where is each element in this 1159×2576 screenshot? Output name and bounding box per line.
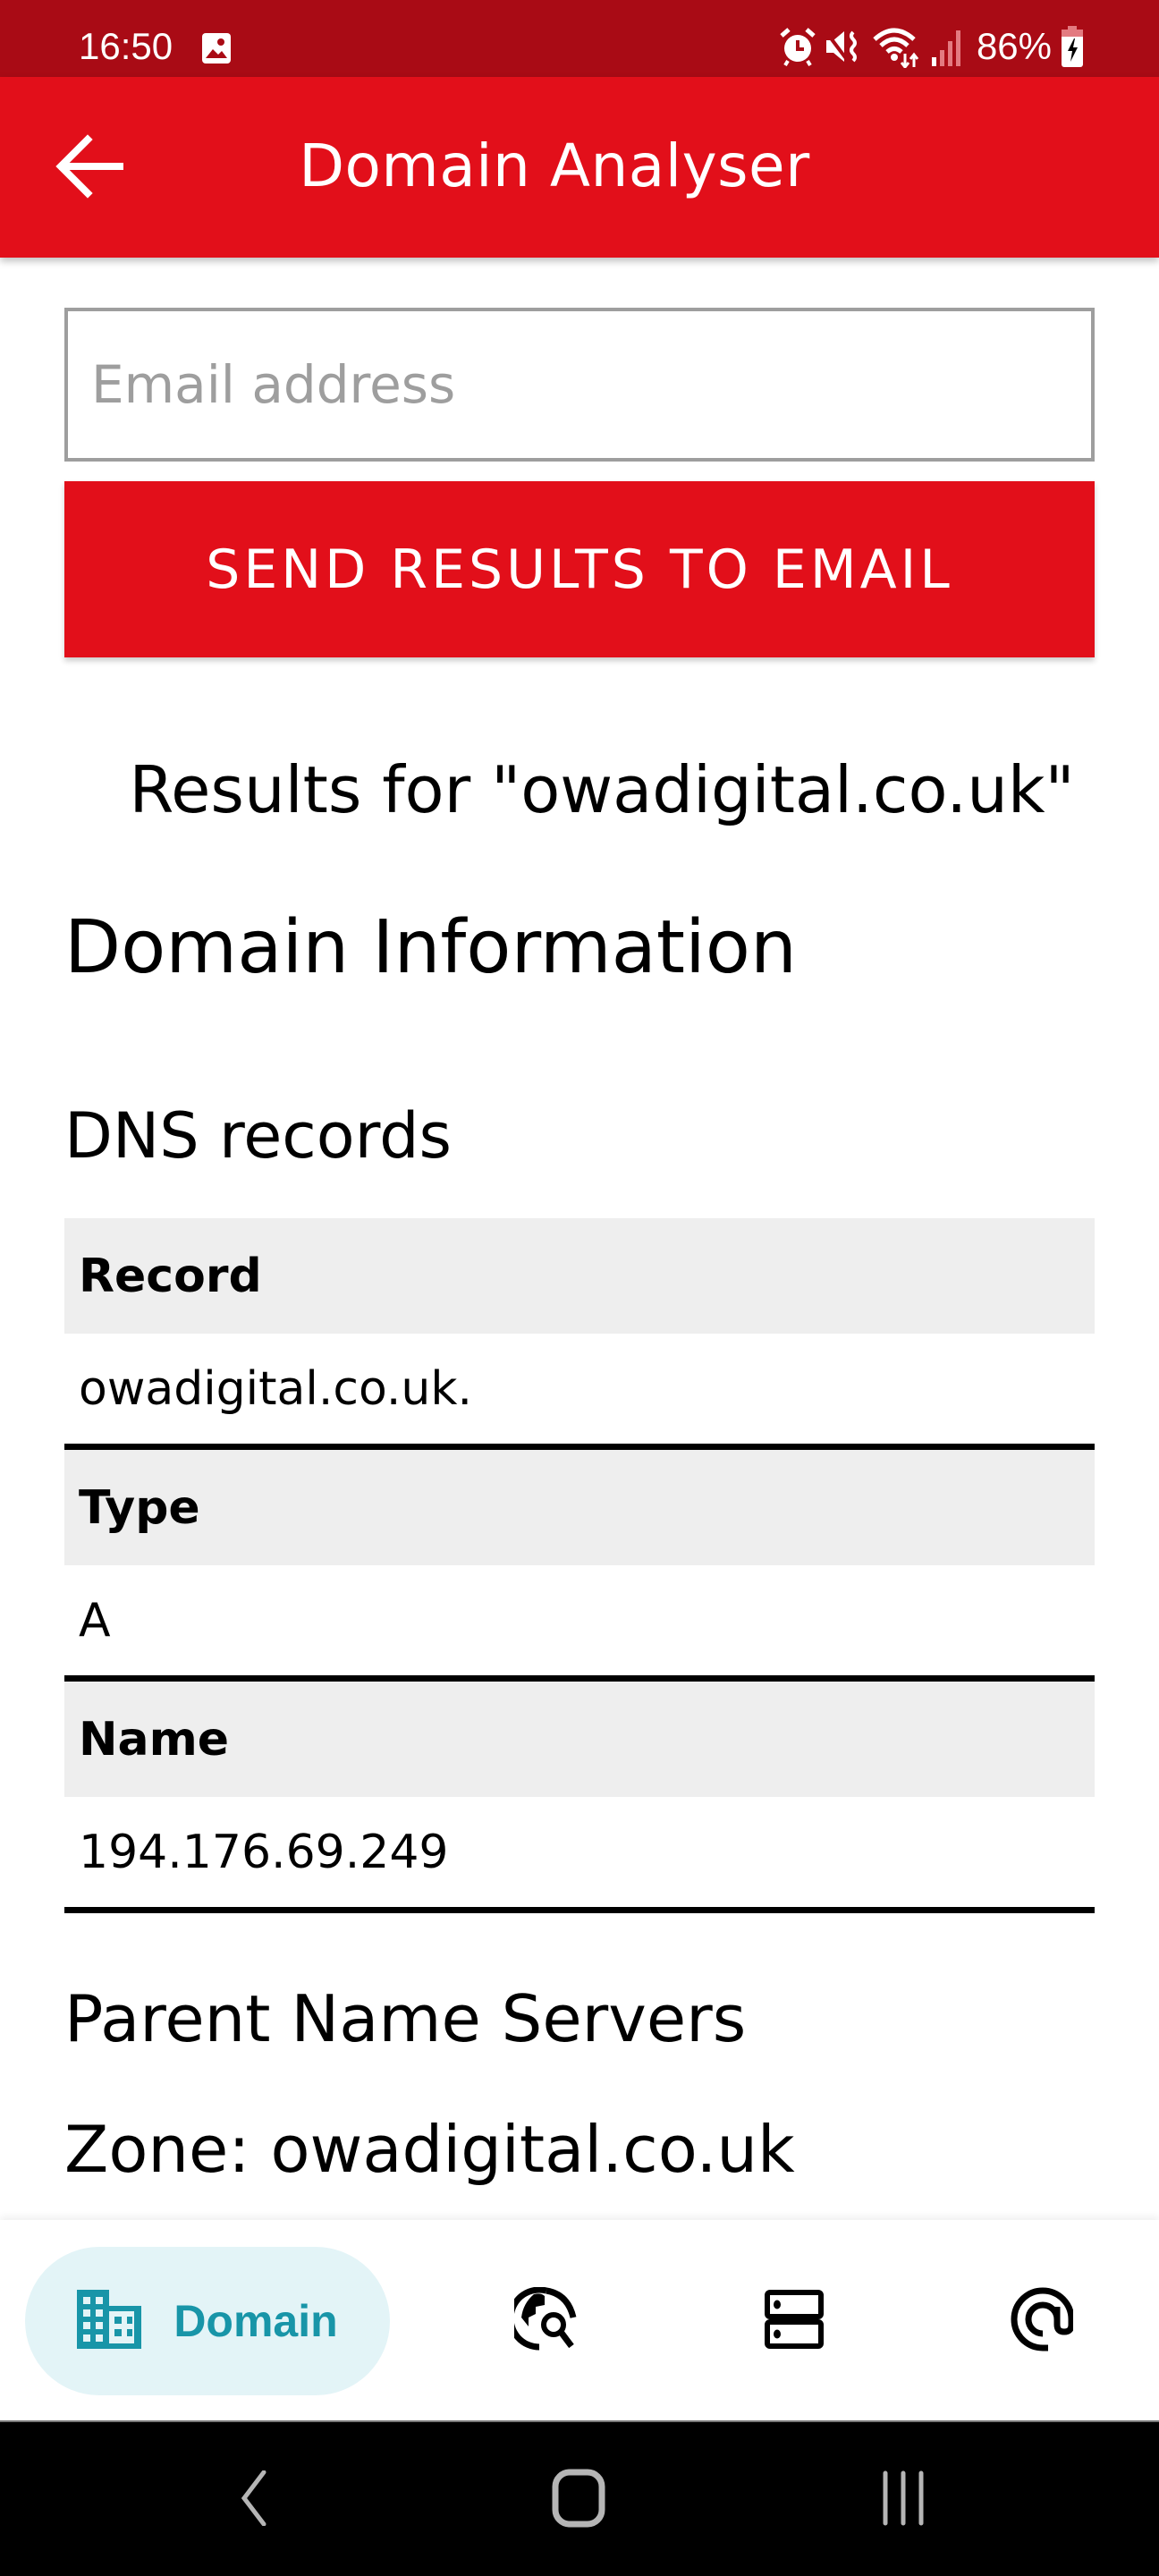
dns-header-record: Record	[64, 1218, 1095, 1334]
dns-value-record: owadigital.co.uk.	[64, 1334, 1095, 1450]
alarm-icon	[780, 27, 816, 66]
nav-label-domain: Domain	[173, 2296, 338, 2346]
app-bar: Domain Analyser	[0, 77, 1159, 258]
system-nav-bar	[0, 2420, 1159, 2576]
status-icons: 86%	[780, 21, 1084, 72]
system-back-button[interactable]	[182, 2422, 326, 2576]
dns-icon	[765, 2290, 824, 2352]
status-bar: 16:50 86%	[0, 0, 1159, 77]
gallery-icon	[202, 33, 231, 64]
mute-vibrate-icon	[825, 27, 862, 66]
dns-records-title: DNS records	[64, 1099, 453, 1173]
dns-records-table: Record owadigital.co.uk. Type A Name 194…	[64, 1218, 1095, 1913]
parent-name-servers-title: Parent Name Servers	[64, 1981, 747, 2056]
email-input[interactable]	[64, 308, 1095, 462]
alternate-email-icon	[1011, 2287, 1075, 2355]
signal-icon	[930, 25, 962, 68]
dns-value-type: A	[64, 1565, 1095, 1682]
system-recents-icon	[876, 2470, 930, 2529]
battery-charging-icon	[1061, 26, 1084, 67]
results-title: Results for "owadigital.co.uk"	[129, 752, 1075, 827]
domain-icon	[77, 2290, 142, 2352]
dns-value-name: 194.176.69.249	[64, 1797, 1095, 1913]
system-home-button[interactable]	[507, 2422, 650, 2576]
section-title: Domain Information	[64, 905, 797, 990]
zone-text: Zone: owadigital.co.uk	[64, 2112, 795, 2187]
system-recents-button[interactable]	[832, 2422, 975, 2576]
dns-header-name: Name	[64, 1682, 1095, 1797]
bottom-nav: Domain	[0, 2220, 1159, 2420]
nav-item-email[interactable]	[970, 2247, 1113, 2395]
nav-item-explore[interactable]	[476, 2247, 619, 2395]
nav-item-dns[interactable]	[723, 2247, 866, 2395]
app-title: Domain Analyser	[299, 131, 810, 200]
send-results-button[interactable]: SEND RESULTS TO EMAIL	[64, 481, 1095, 657]
status-time: 16:50	[79, 25, 173, 67]
nav-item-domain[interactable]: Domain	[25, 2247, 390, 2395]
travel-explore-icon	[507, 2286, 580, 2355]
system-home-icon	[552, 2469, 605, 2531]
wifi-icon	[871, 25, 921, 68]
battery-percent: 86%	[976, 25, 1052, 67]
system-back-icon	[241, 2470, 267, 2529]
dns-header-type: Type	[64, 1450, 1095, 1565]
